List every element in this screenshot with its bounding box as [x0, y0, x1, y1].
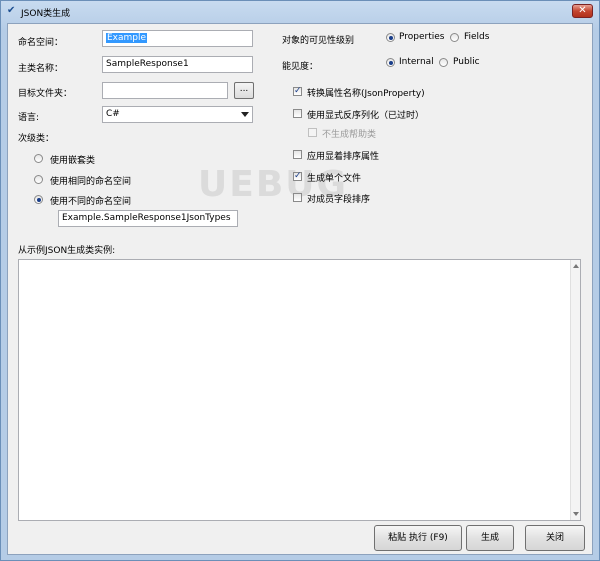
language-label: 语言:: [18, 113, 40, 123]
radio-properties-label: Properties: [399, 32, 445, 42]
app-check-icon: ✔: [7, 5, 16, 16]
checkbox-single-file-label: 生成单个文件: [307, 174, 362, 184]
checkbox-explicit-deserialization[interactable]: [293, 109, 302, 118]
namespace-value: Example: [106, 33, 148, 43]
language-select[interactable]: C#: [102, 106, 253, 123]
checkbox-no-helper-class[interactable]: [308, 128, 317, 137]
target-folder-label: 目标文件夹：: [18, 89, 73, 99]
scroll-down-icon[interactable]: [573, 512, 579, 516]
checkbox-apply-ordering[interactable]: [293, 150, 302, 159]
chevron-down-icon: [241, 112, 249, 117]
subclass-label: 次级类：: [18, 134, 55, 144]
checkbox-sort-members[interactable]: [293, 193, 302, 202]
checkbox-no-helper-class-label: 不生成帮助类: [322, 130, 377, 140]
radio-fields-label: Fields: [464, 32, 490, 42]
language-value: C#: [106, 109, 120, 119]
checkbox-single-file[interactable]: ✓: [293, 172, 302, 181]
generate-button[interactable]: 生成: [466, 525, 514, 551]
checkbox-convert-property-names-label: 转换属性名称(JsonProperty): [307, 89, 425, 99]
visibility-label: 对象的可见性级别: [282, 36, 355, 46]
radio-same-namespace-label: 使用相同的命名空间: [50, 177, 132, 187]
radio-public[interactable]: [439, 58, 448, 67]
dialog-client-area: UEBUG 命名空间： Example 主类名称： SampleResponse…: [7, 23, 593, 555]
json-class-generator-window: ✔ JSON类生成 ✕ UEBUG 命名空间： Example 主类名称： Sa…: [0, 0, 600, 561]
checkbox-convert-property-names[interactable]: ✓: [293, 87, 302, 96]
paste-execute-button[interactable]: 粘贴 执行 (F9): [374, 525, 462, 551]
radio-fields[interactable]: [450, 33, 459, 42]
radio-public-label: Public: [453, 57, 480, 67]
radio-nested-class-label: 使用嵌套类: [50, 156, 96, 166]
sample-json-textarea[interactable]: [18, 259, 581, 521]
close-button[interactable]: 关闭: [525, 525, 585, 551]
radio-nested-class[interactable]: [34, 154, 43, 163]
checkbox-sort-members-label: 对成员字段排序: [307, 195, 371, 205]
radio-properties[interactable]: [386, 33, 395, 42]
target-folder-input[interactable]: [102, 82, 228, 99]
window-title: JSON类生成: [21, 9, 71, 19]
namespace-label: 命名空间：: [18, 38, 64, 48]
scroll-up-icon[interactable]: [573, 264, 579, 268]
sample-json-label: 从示例JSON生成类实例:: [18, 246, 116, 256]
checkbox-explicit-deserialization-label: 使用显式反序列化（已过时）: [307, 111, 425, 121]
namespace-input[interactable]: Example: [102, 30, 253, 47]
access-label: 能见度：: [282, 62, 319, 72]
radio-internal-label: Internal: [399, 57, 434, 67]
title-bar[interactable]: ✔ JSON类生成 ✕: [1, 1, 599, 23]
checkbox-apply-ordering-label: 应用显着排序属性: [307, 152, 380, 162]
radio-different-namespace-label: 使用不同的命名空间: [50, 197, 132, 207]
vertical-scrollbar[interactable]: [570, 260, 580, 520]
main-class-label: 主类名称：: [18, 64, 64, 74]
close-window-button[interactable]: ✕: [572, 4, 593, 18]
main-class-input[interactable]: SampleResponse1: [102, 56, 253, 73]
browse-folder-button[interactable]: ...: [234, 82, 254, 99]
radio-same-namespace[interactable]: [34, 175, 43, 184]
subnamespace-input[interactable]: Example.SampleResponse1JsonTypes: [58, 210, 238, 227]
radio-different-namespace[interactable]: [34, 195, 43, 204]
radio-internal[interactable]: [386, 58, 395, 67]
